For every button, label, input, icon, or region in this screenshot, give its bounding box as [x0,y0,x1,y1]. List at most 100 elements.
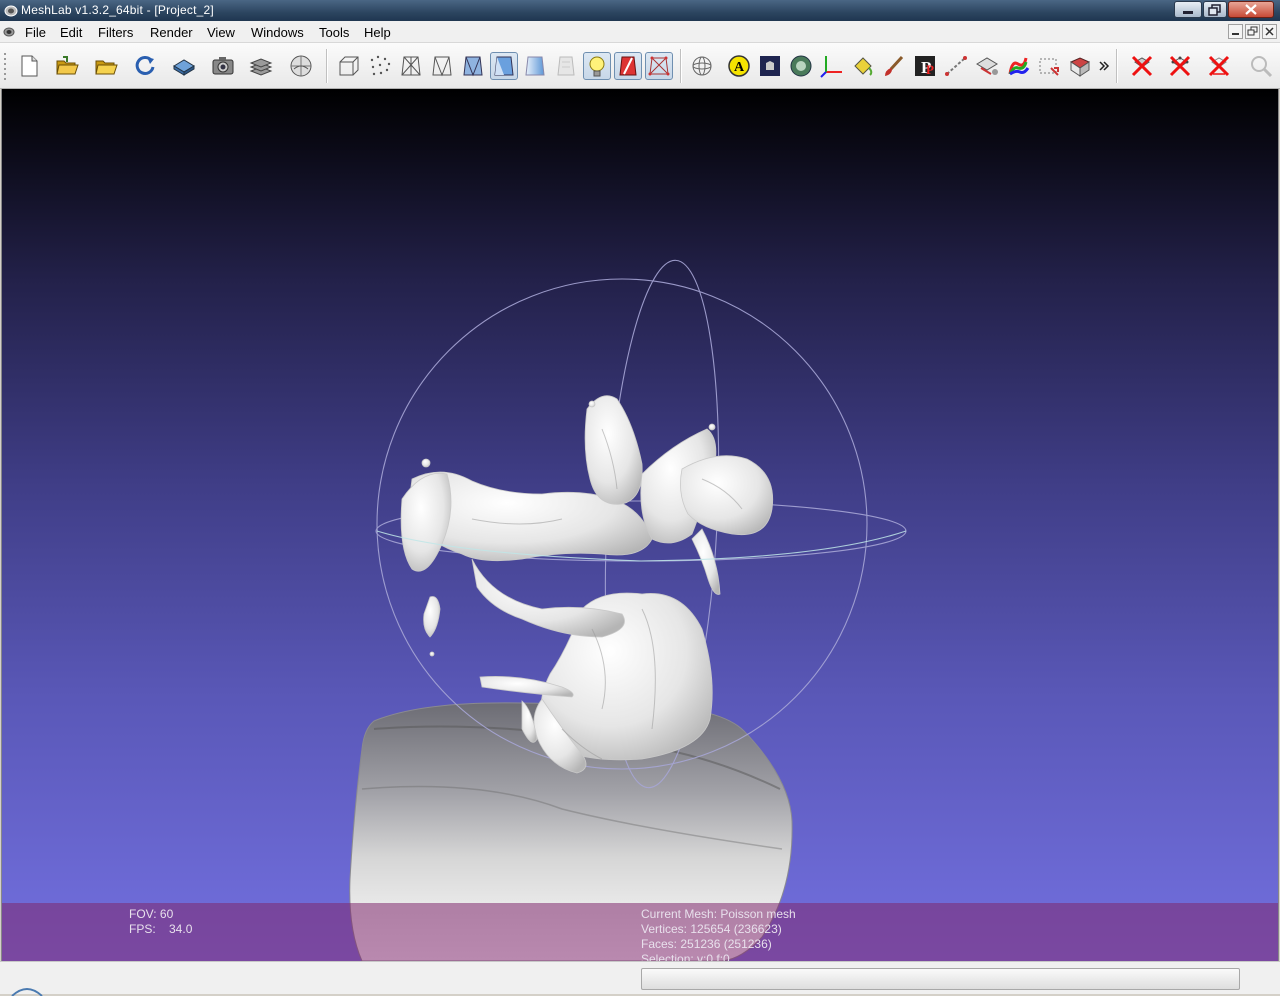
toolbar-separator [1116,49,1118,83]
bbox-render-button[interactable] [335,52,363,80]
points-render-icon [370,55,391,76]
selected-faces-button[interactable] [645,52,673,80]
open-project-button[interactable] [53,52,81,80]
minimize-icon [1232,33,1239,35]
new-project-button[interactable] [15,52,43,80]
fov-label: FOV: 60 [129,907,174,921]
measure-icon [945,56,967,76]
pickpoints-icon: PP [915,56,935,77]
shader-button[interactable] [756,52,784,80]
pickpoints-button[interactable]: PP [911,52,939,80]
select-faces-icon [1069,57,1091,77]
maximize-button[interactable] [1203,1,1227,18]
mdi-close-button[interactable] [1262,24,1277,39]
annotation-button[interactable]: A [725,52,753,80]
flat-render-button[interactable] [490,52,518,80]
3d-viewport[interactable]: FOV: 60 FPS: 34.0 Current Mesh: Poisson … [1,89,1279,961]
search-button[interactable] [1247,52,1275,80]
paint-bucket-button[interactable] [849,52,877,80]
ambient-occlusion-icon [790,55,812,77]
delete-vertices-button[interactable] [1166,52,1194,80]
align-button[interactable] [973,52,1001,80]
points-render-button[interactable] [366,52,394,80]
svg-text:A: A [734,60,745,75]
export-mesh-button[interactable] [170,52,198,80]
snapshot-button[interactable] [209,52,237,80]
menu-bar: File Edit Filters Render View Windows To… [0,21,1280,43]
smooth-render-icon [525,56,545,76]
snapshot-icon [212,57,234,75]
search-icon [1251,56,1273,78]
smooth-render-button[interactable] [521,52,549,80]
toolbar-grip-icon [4,53,6,80]
delete-all-button[interactable] [1205,52,1233,80]
paint-brush-button[interactable] [880,52,908,80]
more-icon [1099,61,1110,71]
delete-vertices-icon [1169,55,1191,77]
delete-all-icon [1208,55,1230,77]
trackball-button[interactable] [688,52,716,80]
ambient-occlusion-button[interactable] [787,52,815,80]
axis-icon [820,56,842,78]
menu-help[interactable]: Help [364,25,391,40]
new-project-icon [21,55,38,77]
measure-button[interactable] [942,52,970,80]
menu-view[interactable]: View [207,25,235,40]
window-title: MeshLab v1.3.2_64bit - [Project_2] [21,3,214,17]
close-icon [1245,4,1257,15]
close-icon [1265,27,1274,36]
menu-tools[interactable]: Tools [319,25,349,40]
restore-icon [1208,4,1221,16]
export-mesh-icon [173,59,195,76]
manipulator-button[interactable] [1004,52,1032,80]
menu-file[interactable]: File [25,25,46,40]
backface-culling-button[interactable] [614,52,642,80]
select-faces-button[interactable] [1066,52,1094,80]
scene-canvas [349,259,907,961]
selection-label: Selection: v:0 f:0 [641,952,730,961]
menu-filters[interactable]: Filters [98,25,133,40]
flat-lines-render-icon [463,56,483,77]
paint-brush-icon [885,55,904,76]
open-project-icon [56,56,79,75]
mdi-minimize-button[interactable] [1228,24,1243,39]
delete-faces-button[interactable] [1128,52,1156,80]
delete-faces-icon [1131,55,1153,77]
layers-button[interactable] [247,52,275,80]
hidden-lines-render-button[interactable] [428,52,456,80]
fps-label: FPS: 34.0 [129,922,193,936]
quality-mapper-button[interactable] [1035,52,1063,80]
current-mesh-label: Current Mesh: Poisson mesh [641,907,796,921]
texture-render-icon [557,56,575,76]
menu-windows[interactable]: Windows [251,25,304,40]
bbox-render-icon [339,56,359,76]
info-overlay: FOV: 60 FPS: 34.0 Current Mesh: Poisson … [2,903,1278,961]
reload-button[interactable] [131,52,159,80]
annotation-icon: A [728,55,750,77]
flat-lines-render-button[interactable] [459,52,487,80]
raster-button[interactable] [287,52,315,80]
progress-bar [641,968,1240,990]
vertices-label: Vertices: 125654 (236623) [641,922,782,936]
minimize-icon [1183,11,1193,14]
raster-icon [290,55,312,77]
mdi-restore-button[interactable] [1245,24,1260,39]
more-button[interactable] [1097,52,1111,80]
backface-culling-icon [619,56,637,76]
minimize-button[interactable] [1174,1,1202,18]
menu-render[interactable]: Render [150,25,193,40]
axis-button[interactable] [818,52,846,80]
svg-text:P: P [926,62,934,77]
wireframe-render-button[interactable] [397,52,425,80]
import-mesh-button[interactable] [92,52,120,80]
menu-edit[interactable]: Edit [60,25,82,40]
lighting-icon [589,56,605,77]
align-icon [976,57,998,75]
status-bar [0,961,1280,996]
close-button[interactable] [1228,1,1274,18]
manipulator-icon [1008,57,1030,76]
faces-label: Faces: 251236 (251236) [641,937,772,951]
lighting-button[interactable] [583,52,611,80]
texture-render-button[interactable] [552,52,580,80]
import-mesh-icon [95,60,118,75]
